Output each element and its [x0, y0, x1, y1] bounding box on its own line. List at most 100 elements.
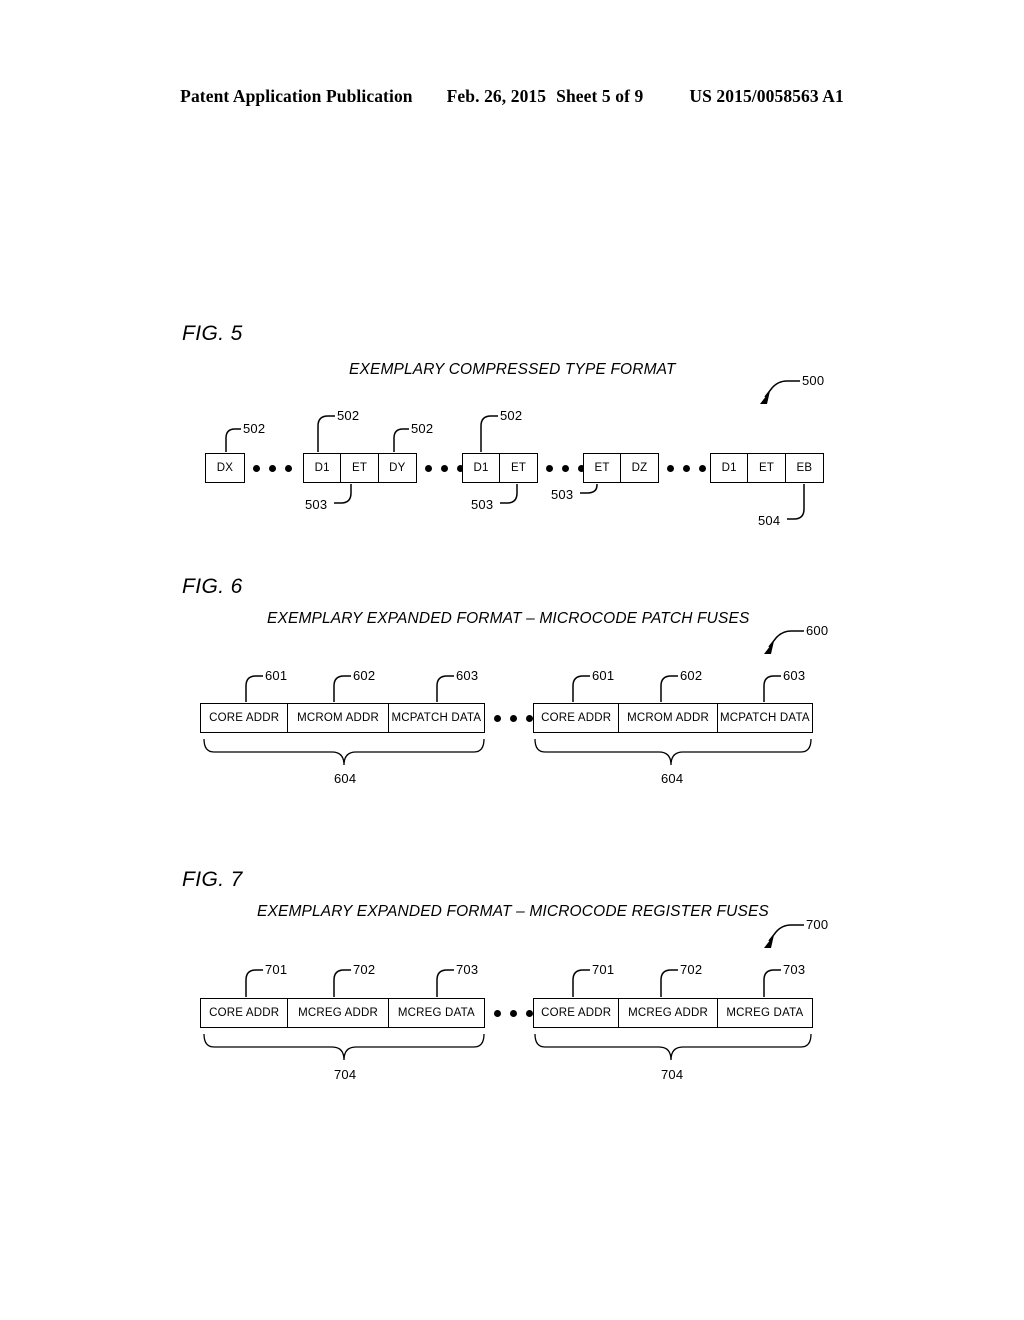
figure-6-ref-601-a: 601 — [265, 668, 288, 683]
figure-5-field-et-a: ET — [341, 454, 379, 482]
figure-7-ref-703-b: 703 — [783, 962, 806, 977]
figure-5-ellipsis-2 — [425, 453, 464, 483]
figure-5-ref-503-c: 503 — [551, 487, 574, 502]
figure-5-ref-504: 504 — [758, 513, 781, 528]
figure-7-field-mcreg-addr-b: MCREG ADDR — [619, 999, 718, 1027]
figure-7-group-2: CORE ADDR MCREG ADDR MCREG DATA — [533, 998, 813, 1028]
figure-5-field-et-d: ET — [748, 454, 786, 482]
figure-7-leader-702-b — [660, 969, 678, 997]
figure-6-callout-arrow-600 — [764, 630, 804, 654]
figure-5-ref-503-a: 503 — [305, 497, 328, 512]
figure-5-group-5: D1 ET EB — [710, 453, 824, 483]
figure-7-ref-701-a: 701 — [265, 962, 288, 977]
figure-5-ref-502-c: 502 — [411, 421, 434, 436]
figure-7-leader-701-a — [245, 969, 263, 997]
figure-7-ref-702-b: 702 — [680, 962, 703, 977]
figure-6-ref-602-b: 602 — [680, 668, 703, 683]
figure-5-field-et-c: ET — [584, 454, 622, 482]
figure-6-leader-603-b — [763, 675, 781, 702]
figure-5-ellipsis-1 — [253, 453, 292, 483]
figure-6-brace-604-a — [203, 738, 485, 766]
figure-5-leader-502-b — [317, 415, 335, 452]
figure-7-leader-701-b — [572, 969, 590, 997]
figure-6-leader-601-a — [245, 675, 263, 702]
figure-7-ref-703-a: 703 — [456, 962, 479, 977]
figure-7-title: EXEMPLARY EXPANDED FORMAT – MICROCODE RE… — [257, 903, 769, 920]
figure-5-field-d1-a: D1 — [304, 454, 342, 482]
figure-5-group-3: D1 ET — [462, 453, 538, 483]
figure-7-ref-702-a: 702 — [353, 962, 376, 977]
figure-6-field-mcrom-addr-b: MCROM ADDR — [619, 704, 718, 732]
figure-5-ellipsis-4 — [667, 453, 706, 483]
figure-6-field-mcpatch-data-a: MCPATCH DATA — [388, 704, 485, 732]
header-sheet-number: Sheet 5 of 9 — [556, 86, 644, 106]
figure-5-field-et-b: ET — [500, 454, 537, 482]
figure-6-leader-603-a — [436, 675, 454, 702]
figure-5-field-d1-b: D1 — [463, 454, 501, 482]
figure-5-leader-502-a — [225, 428, 241, 452]
figure-7-label: FIG. 7 — [182, 868, 243, 891]
figure-6-ref-604-b: 604 — [661, 771, 684, 786]
figure-7-ref-704-b: 704 — [661, 1067, 684, 1082]
figure-6-field-core-addr-b: CORE ADDR — [534, 704, 620, 732]
figure-5-field-dy: DY — [378, 454, 417, 482]
figure-6-field-core-addr-a: CORE ADDR — [201, 704, 289, 732]
figure-7-leader-703-a — [436, 969, 454, 997]
leader-line-overlay — [203, 380, 812, 1061]
figure-7-field-core-addr-a: CORE ADDR — [201, 999, 289, 1027]
figure-7-ref-704-a: 704 — [334, 1067, 357, 1082]
figure-5-leader-503-a — [334, 484, 352, 504]
figure-5-ref-503-b: 503 — [471, 497, 494, 512]
figure-6-field-mcrom-addr-a: MCROM ADDR — [288, 704, 389, 732]
figure-7-group-1: CORE ADDR MCREG ADDR MCREG DATA — [200, 998, 485, 1028]
figure-5-field-d1-c: D1 — [711, 454, 749, 482]
figure-6-label: FIG. 6 — [182, 575, 243, 598]
figure-5-field-eb: EB — [785, 454, 824, 482]
figure-5-field-dz: DZ — [621, 454, 658, 482]
figure-5-leader-503-b — [500, 484, 518, 504]
figure-6-ref-600: 600 — [806, 623, 829, 638]
figure-5-leader-502-c — [393, 428, 409, 452]
figure-6-brace-604-b — [534, 738, 812, 766]
figure-7-field-mcreg-data-a: MCREG DATA — [388, 999, 485, 1027]
header-patent-number: US 2015/0058563 A1 — [689, 86, 844, 106]
figure-6-ref-603-a: 603 — [456, 668, 479, 683]
figure-5-callout-arrow-500 — [760, 380, 800, 404]
figure-7-ref-701-b: 701 — [592, 962, 615, 977]
figure-6-ref-602-a: 602 — [353, 668, 376, 683]
figure-6-leader-601-b — [572, 675, 590, 702]
page-header: Patent Application Publication Feb. 26, … — [0, 86, 1024, 107]
figure-6-ref-603-b: 603 — [783, 668, 806, 683]
figure-6-leader-602-a — [333, 675, 351, 702]
figure-7-callout-arrow-700 — [764, 924, 804, 948]
figure-5-group-4: ET DZ — [583, 453, 659, 483]
figure-6-field-mcpatch-data-b: MCPATCH DATA — [717, 704, 812, 732]
figure-6-ref-601-b: 601 — [592, 668, 615, 683]
figure-5-leader-502-d — [480, 415, 498, 452]
figure-7-leader-703-b — [763, 969, 781, 997]
figure-7-field-mcreg-data-b: MCREG DATA — [717, 999, 812, 1027]
header-publication-title: Patent Application Publication — [180, 86, 413, 106]
figure-6-group-1: CORE ADDR MCROM ADDR MCPATCH DATA — [200, 703, 485, 733]
figure-5-label: FIG. 5 — [182, 322, 243, 345]
figure-7-leader-702-a — [333, 969, 351, 997]
figure-7-field-mcreg-addr-a: MCREG ADDR — [288, 999, 389, 1027]
figure-6-ellipsis — [494, 703, 533, 733]
figure-6-title: EXEMPLARY EXPANDED FORMAT – MICROCODE PA… — [267, 610, 750, 627]
figure-7-field-core-addr-b: CORE ADDR — [534, 999, 620, 1027]
figure-5-title: EXEMPLARY COMPRESSED TYPE FORMAT — [349, 361, 676, 378]
figure-7-ellipsis — [494, 998, 533, 1028]
figure-6-leader-602-b — [660, 675, 678, 702]
figure-7-brace-704-a — [203, 1033, 485, 1061]
figure-5-leader-504 — [787, 484, 805, 520]
figure-7-brace-704-b — [534, 1033, 812, 1061]
figure-5-group-2: D1 ET DY — [303, 453, 417, 483]
figure-5-ref-502-d: 502 — [500, 408, 523, 423]
figure-5-ref-502-a: 502 — [243, 421, 266, 436]
header-publication-date: Feb. 26, 2015 — [446, 86, 547, 106]
figure-5-ref-500: 500 — [802, 373, 825, 388]
figure-6-ref-604-a: 604 — [334, 771, 357, 786]
figure-7-ref-700: 700 — [806, 917, 829, 932]
figure-5-leader-503-c — [580, 484, 598, 494]
figure-5-group-1: DX — [205, 453, 245, 483]
